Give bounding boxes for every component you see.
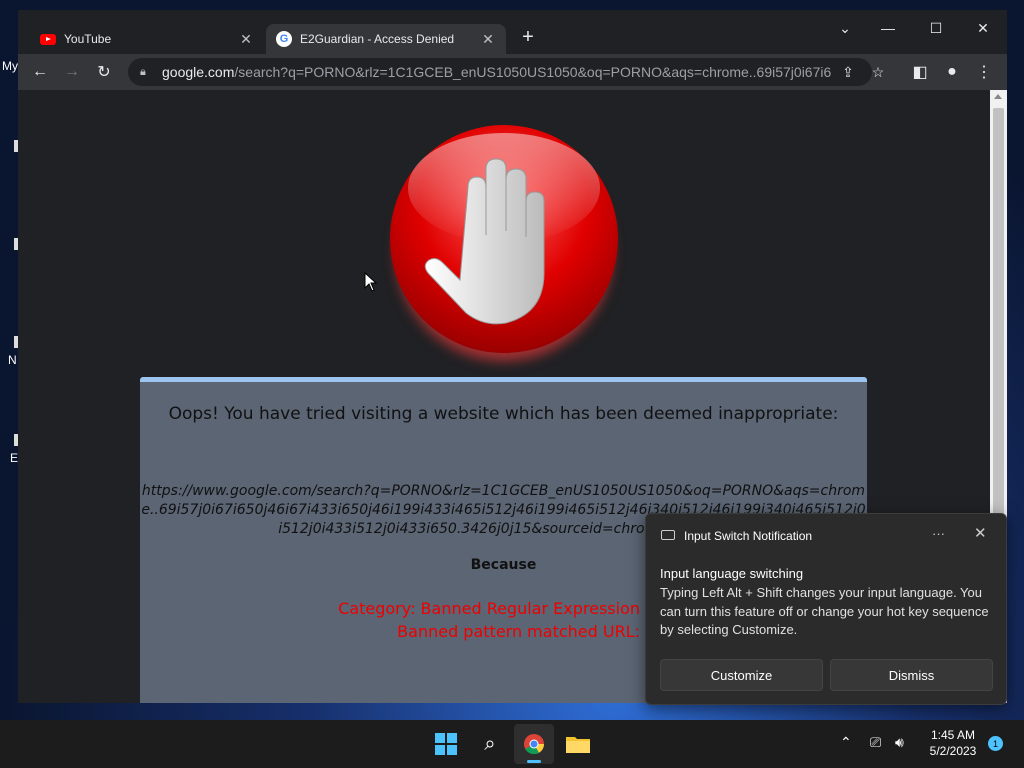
tab-title: YouTube: [64, 32, 112, 46]
chrome-icon: [524, 734, 545, 755]
close-window-button[interactable]: ✕: [963, 14, 1003, 42]
start-button[interactable]: [426, 724, 466, 764]
stop-hand-icon: [390, 125, 618, 353]
lock-icon[interactable]: 🔒︎: [140, 66, 154, 79]
tab-search-icon[interactable]: ⌄: [825, 14, 865, 42]
clock-time: 1:45 AM: [930, 728, 976, 742]
desktop-label: N: [8, 353, 17, 367]
mouse-cursor-icon: [364, 272, 378, 292]
desktop-label: E: [10, 451, 19, 465]
desktop-label: My: [2, 59, 18, 73]
address-bar[interactable]: 🔒︎ google.com/search?q=PORNO&rlz=1C1GCEB…: [128, 58, 884, 86]
clock-date: 5/2/2023: [929, 744, 977, 758]
share-icon[interactable]: ⇪: [836, 60, 860, 84]
block-title: Oops! You have tried visiting a website …: [168, 404, 839, 424]
notification-body: Typing Left Alt + Shift changes your inp…: [660, 585, 989, 637]
reason-category: Category: Banned Regular Expression: [338, 599, 640, 618]
notification-app-name: Input Switch Notification: [684, 529, 813, 543]
windows-logo-icon: [435, 733, 457, 755]
chevron-up-icon[interactable]: ⌃: [840, 734, 852, 751]
back-arrow-icon[interactable]: ←: [28, 60, 52, 84]
reason-pattern: Banned pattern matched URL:: [397, 622, 640, 641]
tab-youtube[interactable]: YouTube ✕: [30, 24, 264, 54]
volume-icon[interactable]: 🔊︎: [895, 734, 904, 751]
clock[interactable]: 1:45 AM 5/2/2023: [922, 727, 984, 759]
search-icon[interactable]: ⌕: [470, 724, 510, 764]
url-host: google.com: [162, 64, 235, 80]
bookmark-star-icon[interactable]: ☆: [866, 60, 890, 84]
google-icon: G: [276, 31, 292, 47]
maximize-button[interactable]: ☐: [916, 14, 956, 42]
profile-icon[interactable]: ●: [940, 60, 964, 84]
youtube-icon: [40, 33, 56, 45]
menu-kebab-icon[interactable]: ⋮: [972, 60, 996, 84]
taskbar: ⌕ ⌃ ⎚ 🔊︎ 1:45 AM 5/2/2023 1: [0, 720, 1024, 768]
url-text[interactable]: google.com/search?q=PORNO&rlz=1C1GCEB_en…: [162, 64, 832, 80]
url-path: /search?q=PORNO&rlz=1C1GCEB_enUS1050US10…: [234, 64, 832, 80]
folder-icon: [566, 737, 590, 753]
block-reason: Category: Banned Regular Expression Bann…: [290, 597, 640, 643]
scroll-up-icon[interactable]: [994, 94, 1002, 99]
side-panel-icon[interactable]: ◧: [908, 60, 932, 84]
notification-heading: Input language switching: [660, 566, 804, 581]
customize-button[interactable]: Customize: [660, 659, 823, 691]
browser-toolbar: ← → ↻ 🔒︎ google.com/search?q=PORNO&rlz=1…: [18, 54, 1007, 90]
close-icon[interactable]: ✕: [974, 524, 987, 542]
network-icon[interactable]: ⎚: [870, 734, 881, 751]
close-tab-icon[interactable]: ✕: [238, 31, 254, 48]
dismiss-button[interactable]: Dismiss: [830, 659, 993, 691]
tab-strip: YouTube ✕ G E2Guardian - Access Denied ✕…: [18, 10, 1007, 54]
file-explorer-button[interactable]: [558, 724, 598, 764]
scrollbar-thumb[interactable]: [993, 108, 1004, 528]
forward-arrow-icon[interactable]: →: [60, 60, 84, 84]
close-tab-icon[interactable]: ✕: [480, 31, 496, 48]
chrome-taskbar-button[interactable]: [514, 724, 554, 764]
new-tab-button[interactable]: +: [516, 26, 540, 49]
tab-access-denied[interactable]: G E2Guardian - Access Denied ✕: [266, 24, 506, 54]
more-options-icon[interactable]: ···: [932, 526, 945, 541]
minimize-button[interactable]: —: [868, 14, 908, 42]
reload-icon[interactable]: ↻: [92, 60, 116, 84]
notification-badge[interactable]: 1: [988, 736, 1003, 751]
notification-toast: Input Switch Notification ··· ✕ Input la…: [645, 513, 1007, 705]
keyboard-icon: [661, 530, 675, 540]
tab-title: E2Guardian - Access Denied: [300, 32, 455, 46]
